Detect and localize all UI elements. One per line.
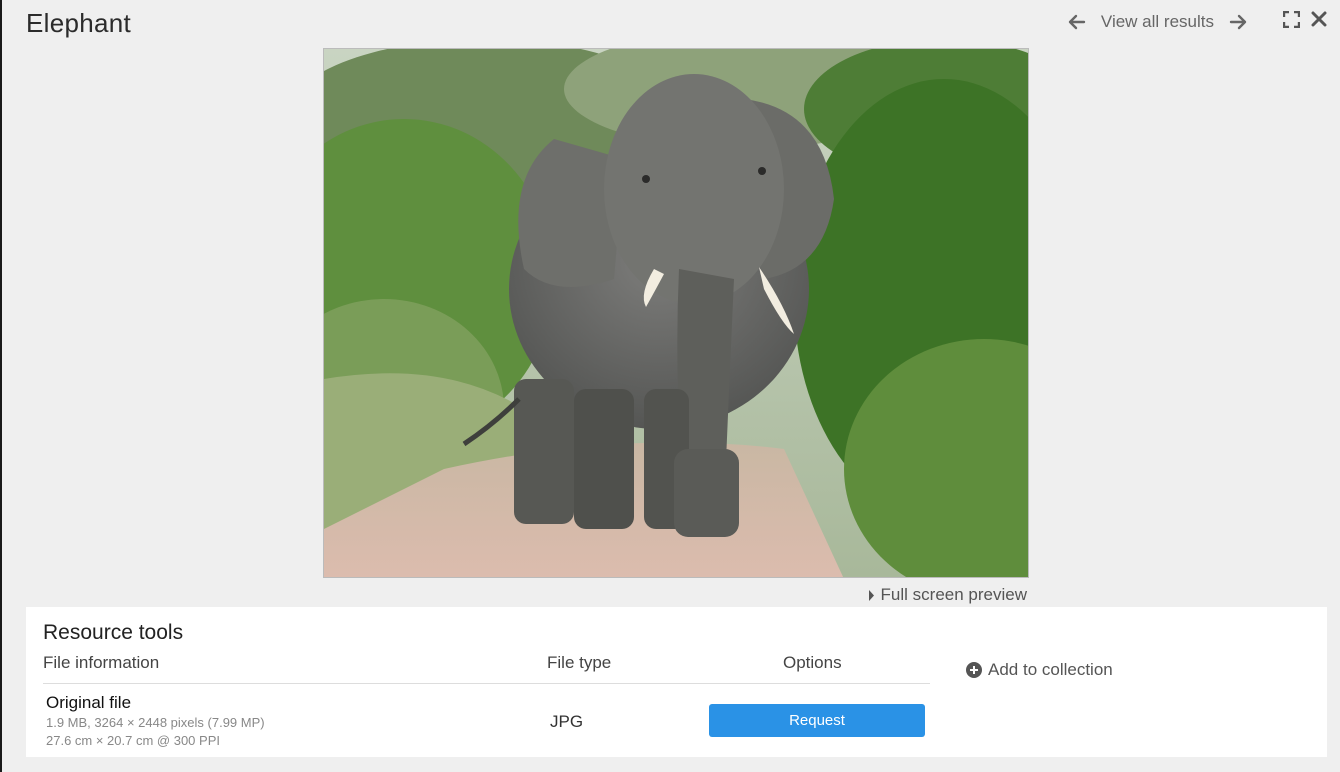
add-to-collection-link[interactable]: Add to collection bbox=[966, 660, 1113, 680]
file-type: JPG bbox=[550, 712, 584, 731]
view-all-results-link[interactable]: View all results bbox=[1101, 12, 1214, 32]
resource-preview-window: Elephant View all results Full screen pr… bbox=[0, 0, 1340, 772]
table-header-divider bbox=[43, 683, 930, 684]
elephant-illustration bbox=[324, 49, 1028, 577]
window-controls bbox=[1282, 10, 1328, 28]
file-name: Original file bbox=[46, 693, 132, 712]
arrow-right-icon[interactable] bbox=[1228, 12, 1248, 32]
column-header-file-information: File information bbox=[43, 653, 160, 672]
result-navigation: View all results bbox=[1067, 10, 1248, 34]
full-screen-preview-label: Full screen preview bbox=[880, 585, 1027, 604]
file-size-dimensions: 1.9 MB, 3264 × 2448 pixels (7.99 MP) bbox=[46, 715, 265, 730]
plus-circle-icon bbox=[966, 662, 982, 678]
page-title: Elephant bbox=[26, 8, 132, 38]
column-header-file-type: File type bbox=[547, 653, 612, 672]
full-screen-preview-link[interactable]: Full screen preview bbox=[868, 585, 1027, 605]
column-header-options: Options bbox=[783, 653, 842, 672]
caret-right-icon bbox=[868, 589, 874, 601]
arrow-left-icon[interactable] bbox=[1067, 12, 1087, 32]
expand-icon[interactable] bbox=[1282, 10, 1300, 28]
resource-tools-panel: Resource tools File information File typ… bbox=[26, 607, 1327, 757]
request-button[interactable]: Request bbox=[709, 704, 925, 737]
add-to-collection-label: Add to collection bbox=[988, 660, 1113, 679]
resource-tools-title: Resource tools bbox=[43, 621, 184, 644]
close-icon[interactable] bbox=[1310, 10, 1328, 28]
elephant-photo[interactable] bbox=[323, 48, 1029, 578]
file-print-size: 27.6 cm × 20.7 cm @ 300 PPI bbox=[46, 733, 220, 748]
